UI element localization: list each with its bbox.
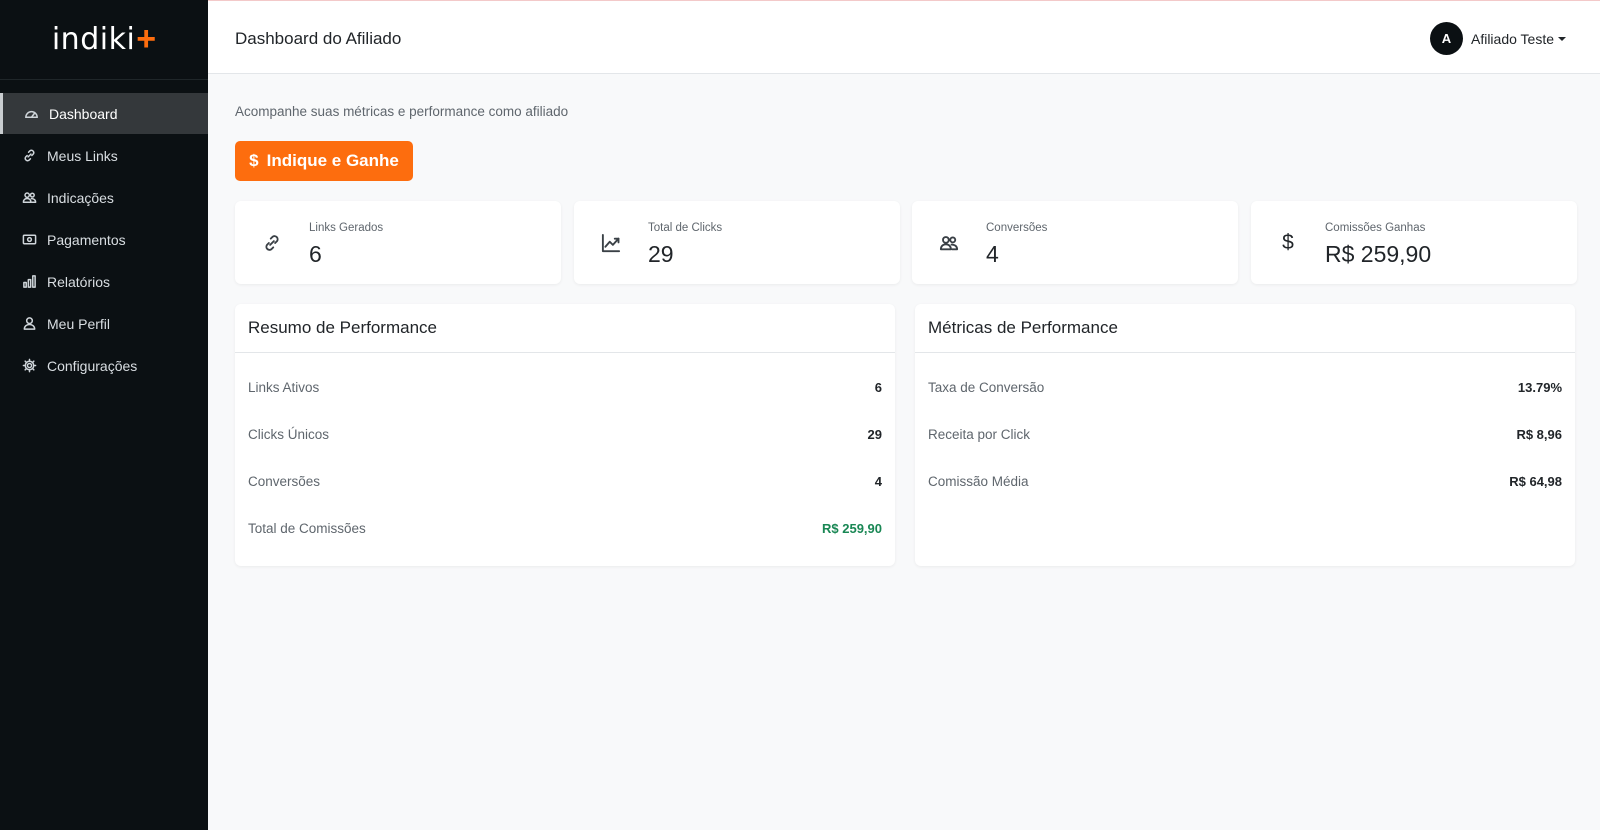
panel-title: Resumo de Performance	[235, 304, 895, 353]
user-name: Afiliado Teste	[1470, 30, 1554, 47]
people-icon	[938, 232, 960, 254]
summary-row: Total de Comissões R$ 259,90	[248, 518, 882, 538]
top-header: Dashboard do Afiliado A Afiliado Teste	[208, 0, 1600, 74]
brand-logo[interactable]: indiki +	[0, 0, 208, 80]
row-label: Comissão Média	[928, 473, 1029, 489]
sidebar-item-label: Meus Links	[47, 147, 118, 164]
bar-chart-icon	[20, 273, 38, 291]
row-value: R$ 8,96	[1516, 426, 1562, 442]
stat-value: R$ 259,90	[1325, 241, 1432, 267]
sidebar-item-relatorios[interactable]: Relatórios	[0, 261, 208, 302]
summary-row: Links Ativos 6	[248, 377, 882, 397]
people-icon	[20, 189, 38, 207]
panel-metricas-performance: Métricas de Performance Taxa de Conversã…	[915, 304, 1575, 566]
summary-row: Clicks Únicos 29	[248, 424, 882, 444]
stat-label: Comissões Ganhas	[1325, 222, 1426, 234]
sidebar-nav: Dashboard Meus Links Indicações Pagament…	[0, 93, 208, 386]
row-value: 4	[874, 473, 882, 489]
row-value: 29	[867, 426, 882, 442]
sidebar-item-configuracoes[interactable]: Configurações	[0, 345, 208, 386]
row-label: Links Ativos	[248, 379, 320, 395]
stat-label: Total de Clicks	[648, 222, 723, 234]
link-icon	[261, 232, 283, 254]
row-value: R$ 64,98	[1509, 473, 1562, 489]
dollar-icon: $	[1282, 231, 1294, 254]
page-subtitle: Acompanhe suas métricas e performance co…	[235, 104, 569, 119]
row-value: 13.79%	[1517, 379, 1562, 395]
dollar-icon: $	[249, 151, 259, 170]
row-label: Total de Comissões	[248, 520, 366, 536]
stat-value: 29	[648, 241, 674, 267]
metrics-row: Taxa de Conversão 13.79%	[928, 377, 1562, 397]
indique-e-ganhe-button[interactable]: $ Indique e Ganhe	[235, 141, 413, 181]
sidebar-item-dashboard[interactable]: Dashboard	[0, 93, 208, 134]
stat-label: Conversões	[986, 222, 1048, 234]
stat-value: 4	[986, 241, 999, 267]
metrics-row: Receita por Click R$ 8,96	[928, 424, 1562, 444]
stat-card-comissoes-ganhas: $ Comissões Ganhas R$ 259,90	[1251, 201, 1577, 284]
metrics-row: Comissão Média R$ 64,98	[928, 471, 1562, 491]
gauge-icon	[22, 105, 40, 123]
panel-resumo-performance: Resumo de Performance Links Ativos 6 Cli…	[235, 304, 895, 566]
avatar: A	[1429, 22, 1463, 55]
sidebar-item-label: Indicações	[47, 189, 114, 206]
row-label: Clicks Únicos	[248, 426, 330, 442]
cash-icon	[20, 231, 38, 249]
sidebar: indiki + Dashboard Meus Links Indicações …	[0, 0, 208, 830]
stat-label: Links Gerados	[309, 222, 384, 234]
stat-value: 6	[309, 241, 322, 267]
sidebar-item-label: Dashboard	[49, 105, 118, 122]
stat-card-conversoes: Conversões 4	[912, 201, 1238, 284]
caret-down-icon	[1558, 36, 1566, 41]
sidebar-item-pagamentos[interactable]: Pagamentos	[0, 219, 208, 260]
gear-icon	[20, 357, 38, 375]
cta-label: Indique e Ganhe	[266, 151, 399, 170]
person-icon	[20, 315, 38, 333]
sidebar-item-label: Relatórios	[47, 273, 111, 290]
stat-card-links-gerados: Links Gerados 6	[235, 201, 561, 284]
page-title: Dashboard do Afiliado	[235, 29, 402, 48]
sidebar-item-label: Meu Perfil	[47, 315, 111, 332]
panel-title: Métricas de Performance	[915, 304, 1575, 353]
stat-card-total-clicks: Total de Clicks 29	[574, 201, 900, 284]
sidebar-item-label: Pagamentos	[47, 231, 126, 248]
user-menu-dropdown[interactable]: A Afiliado Teste	[1429, 22, 1566, 55]
sidebar-item-meus-links[interactable]: Meus Links	[0, 135, 208, 176]
row-value: 6	[874, 379, 882, 395]
brand-name: indiki	[51, 22, 136, 57]
link-icon	[20, 147, 38, 165]
trend-chart-icon	[600, 232, 622, 254]
sidebar-item-label: Configurações	[47, 357, 138, 374]
sidebar-item-meu-perfil[interactable]: Meu Perfil	[0, 303, 208, 344]
row-label: Conversões	[248, 473, 321, 489]
summary-row: Conversões 4	[248, 471, 882, 491]
row-value: R$ 259,90	[822, 520, 882, 536]
row-label: Taxa de Conversão	[928, 379, 1045, 395]
sidebar-item-indicacoes[interactable]: Indicações	[0, 177, 208, 218]
brand-plus: +	[136, 20, 157, 58]
row-label: Receita por Click	[928, 426, 1031, 442]
